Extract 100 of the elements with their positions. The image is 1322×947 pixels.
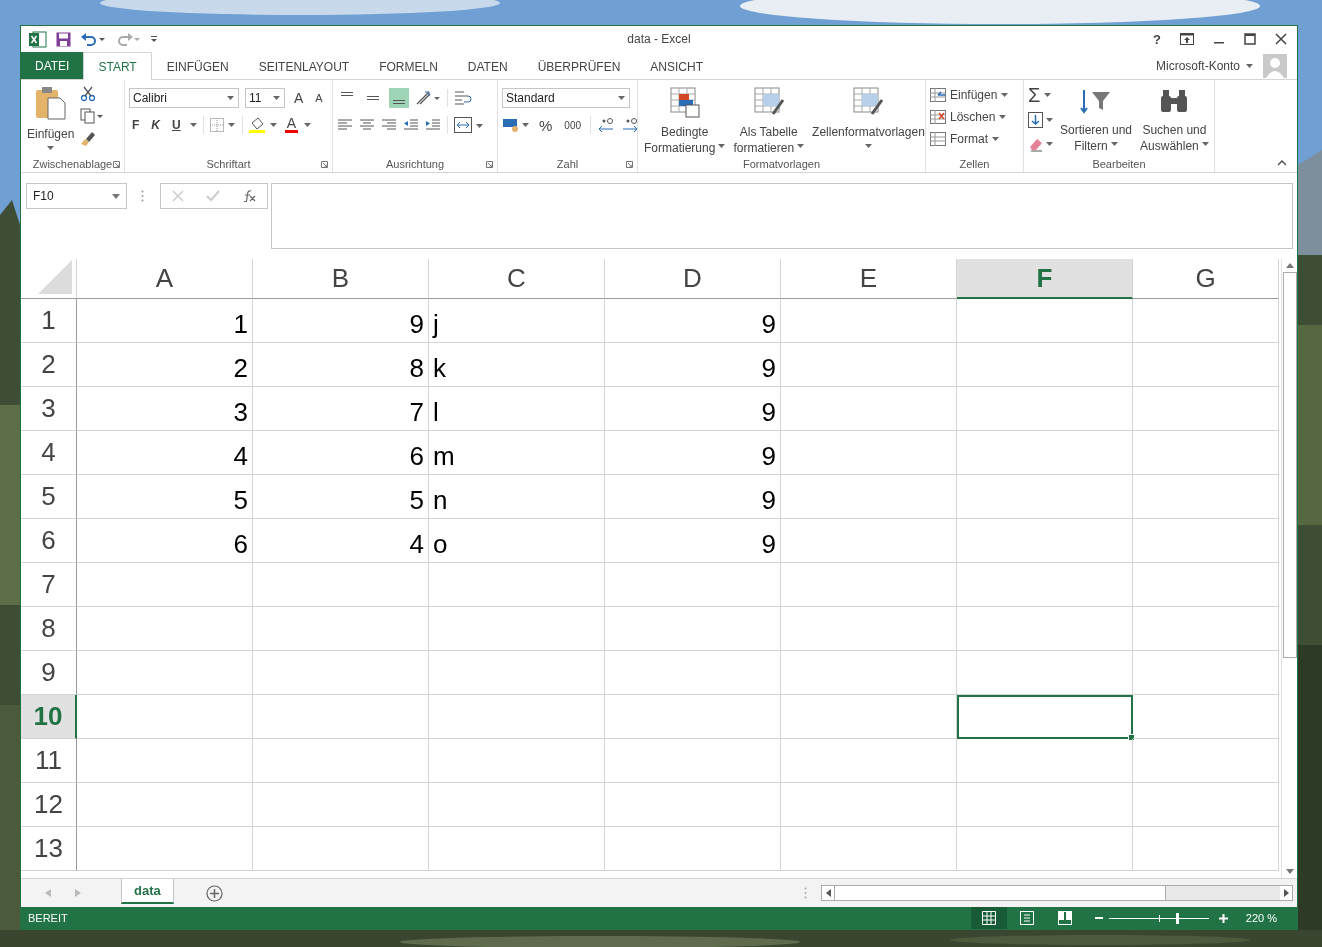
table-cell[interactable]: [781, 387, 957, 431]
down-arrow-icon[interactable]: [1285, 869, 1294, 874]
table-cell[interactable]: l: [429, 387, 605, 431]
table-cell[interactable]: [957, 783, 1133, 827]
edit-button[interactable]: Sortieren und Filtern: [1058, 84, 1135, 154]
ribbon-tab[interactable]: FORMELN: [364, 52, 453, 80]
table-cell[interactable]: [781, 299, 957, 343]
table-cell[interactable]: [605, 563, 781, 607]
table-cell[interactable]: [77, 783, 253, 827]
style-button[interactable]: Zellenformatvorlagen: [810, 84, 927, 148]
previous-sheet-icon[interactable]: [45, 889, 51, 897]
horizontal-scrollbar[interactable]: [821, 885, 1293, 901]
wrap-text-icon[interactable]: [454, 90, 472, 106]
ribbon-tab[interactable]: DATEN: [452, 52, 523, 80]
file-tab[interactable]: DATEI: [21, 52, 84, 79]
copy-icon[interactable]: [80, 108, 105, 124]
table-cell[interactable]: [781, 739, 957, 783]
caret-icon[interactable]: [1246, 63, 1253, 68]
ribbon-tab[interactable]: START: [83, 52, 152, 80]
table-cell[interactable]: 9: [605, 475, 781, 519]
align-center-icon[interactable]: [359, 118, 375, 132]
table-cell[interactable]: 5: [253, 475, 429, 519]
merge-cells-icon[interactable]: [454, 117, 484, 133]
table-cell[interactable]: [605, 651, 781, 695]
number-format-field[interactable]: Standard: [502, 88, 630, 108]
table-cell[interactable]: [781, 827, 957, 871]
increase-indent-icon[interactable]: [425, 118, 441, 132]
table-cell[interactable]: [1133, 695, 1279, 739]
table-cell[interactable]: 8: [253, 343, 429, 387]
table-cell[interactable]: [253, 607, 429, 651]
table-cell[interactable]: 9: [605, 431, 781, 475]
table-cell[interactable]: [429, 563, 605, 607]
sheet-tab[interactable]: data: [121, 879, 174, 904]
next-sheet-icon[interactable]: [75, 889, 81, 897]
table-cell[interactable]: [253, 695, 429, 739]
table-cell[interactable]: 9: [253, 299, 429, 343]
close-icon[interactable]: [1275, 33, 1287, 45]
caret-icon[interactable]: [304, 123, 312, 127]
table-cell[interactable]: [781, 695, 957, 739]
table-cell[interactable]: [1133, 387, 1279, 431]
table-cell[interactable]: [957, 387, 1133, 431]
currency-icon[interactable]: [502, 117, 530, 133]
dialog-launcher-icon[interactable]: [113, 161, 120, 168]
ribbon-tab[interactable]: ANSICHT: [635, 52, 718, 80]
zoom-out-icon[interactable]: [1094, 914, 1103, 922]
table-cell[interactable]: [957, 299, 1133, 343]
table-cell[interactable]: [253, 563, 429, 607]
right-arrow-icon[interactable]: [1283, 889, 1289, 897]
vertical-scrollbar[interactable]: [1281, 259, 1297, 878]
dialog-launcher-icon[interactable]: [486, 161, 493, 168]
table-cell[interactable]: [429, 695, 605, 739]
active-cell[interactable]: [957, 695, 1133, 739]
zoom-level[interactable]: 220 %: [1245, 912, 1277, 924]
select-all-icon[interactable]: [38, 260, 72, 294]
table-cell[interactable]: 4: [253, 519, 429, 563]
table-cell[interactable]: [1133, 783, 1279, 827]
column-header[interactable]: F: [957, 259, 1133, 299]
table-cell[interactable]: 2: [77, 343, 253, 387]
row-header[interactable]: 4: [21, 431, 77, 475]
vertical-align-button[interactable]: [389, 88, 409, 108]
table-cell[interactable]: [957, 563, 1133, 607]
column-header[interactable]: C: [429, 259, 605, 299]
align-right-icon[interactable]: [381, 118, 397, 132]
table-cell[interactable]: [1133, 607, 1279, 651]
table-cell[interactable]: k: [429, 343, 605, 387]
table-cell[interactable]: [781, 475, 957, 519]
table-cell[interactable]: [77, 607, 253, 651]
cells-button[interactable]: Format: [930, 132, 999, 146]
up-arrow-icon[interactable]: [1285, 263, 1294, 268]
underline-button[interactable]: U: [169, 118, 184, 132]
name-box[interactable]: F10: [26, 183, 127, 209]
app-logo-icon[interactable]: [29, 30, 47, 48]
redo-icon[interactable]: [115, 31, 141, 47]
zoom-slider[interactable]: [1108, 912, 1209, 924]
cells-button[interactable]: Löschen: [930, 110, 1007, 124]
table-cell[interactable]: [429, 607, 605, 651]
save-icon[interactable]: [56, 31, 71, 47]
table-cell[interactable]: [429, 651, 605, 695]
row-header[interactable]: 5: [21, 475, 77, 519]
table-cell[interactable]: [1133, 563, 1279, 607]
column-header[interactable]: D: [605, 259, 781, 299]
column-header[interactable]: B: [253, 259, 429, 299]
help-button[interactable]: ?: [1153, 31, 1161, 47]
style-button[interactable]: Bedingte Formatierung: [642, 84, 728, 156]
table-cell[interactable]: m: [429, 431, 605, 475]
brush-icon[interactable]: [80, 130, 97, 146]
table-cell[interactable]: [957, 519, 1133, 563]
table-cell[interactable]: [429, 739, 605, 783]
grip-icon[interactable]: [141, 190, 144, 202]
cells-button[interactable]: Einfügen: [930, 88, 1009, 102]
undo-icon[interactable]: [80, 31, 106, 47]
table-cell[interactable]: o: [429, 519, 605, 563]
edit-button[interactable]: Suchen und Auswählen: [1138, 84, 1211, 154]
check-icon[interactable]: [206, 190, 220, 202]
row-header[interactable]: 13: [21, 827, 77, 871]
table-cell[interactable]: 5: [77, 475, 253, 519]
decrease-indent-icon[interactable]: [403, 118, 419, 132]
table-cell[interactable]: [781, 519, 957, 563]
table-cell[interactable]: 3: [77, 387, 253, 431]
increase-decimal-icon[interactable]: [597, 117, 616, 133]
